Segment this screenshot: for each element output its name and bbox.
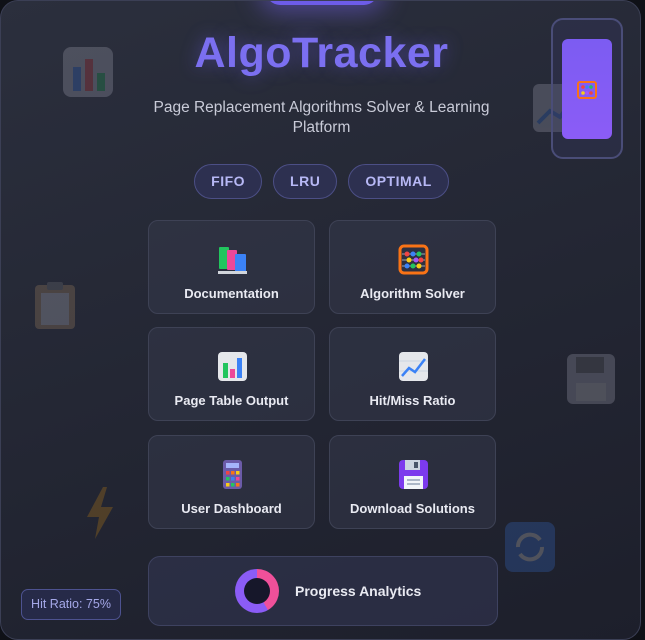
refresh-icon <box>505 522 555 572</box>
progress-analytics-button[interactable]: Progress Analytics <box>148 556 498 626</box>
clipboard-icon <box>35 282 75 329</box>
card-label: Documentation <box>184 286 279 301</box>
card-label: User Dashboard <box>181 501 282 516</box>
card-algorithm-solver[interactable]: Algorithm Solver <box>329 220 496 314</box>
card-download-solutions[interactable]: Download Solutions <box>329 435 496 529</box>
bar-chart-icon <box>218 352 247 381</box>
top-tab-glow <box>266 1 378 5</box>
card-label: Hit/Miss Ratio <box>369 393 456 408</box>
card-label: Algorithm Solver <box>360 286 465 301</box>
floppy-disk-icon <box>567 354 615 404</box>
calculator-icon <box>223 460 242 489</box>
books-icon <box>218 247 247 274</box>
app-subtitle: Page Replacement Algorithms Solver & Lea… <box>153 99 490 136</box>
app-title: AlgoTracker <box>194 29 449 77</box>
lightning-icon <box>87 487 113 539</box>
abacus-icon <box>577 81 597 99</box>
tab-optimal[interactable]: OPTIMAL <box>348 164 449 199</box>
card-documentation[interactable]: Documentation <box>148 220 315 314</box>
donut-chart-icon <box>235 569 279 613</box>
card-user-dashboard[interactable]: User Dashboard <box>148 435 315 529</box>
card-label: Page Table Output <box>174 393 289 408</box>
tab-lru[interactable]: LRU <box>273 164 338 199</box>
hit-ratio-badge: Hit Ratio: 75% <box>21 589 121 620</box>
algorithm-tabs: FIFO LRU OPTIMAL <box>1 164 640 199</box>
line-chart-icon <box>399 352 428 381</box>
main-panel: AlgoTracker Page Replacement Algorithms … <box>0 0 641 640</box>
floppy-disk-icon <box>399 460 428 489</box>
abacus-icon <box>398 244 429 275</box>
progress-label: Progress Analytics <box>295 583 422 599</box>
card-hit-miss-ratio[interactable]: Hit/Miss Ratio <box>329 327 496 421</box>
card-label: Download Solutions <box>350 501 475 516</box>
tab-fifo[interactable]: FIFO <box>194 164 263 199</box>
card-page-table-output[interactable]: Page Table Output <box>148 327 315 421</box>
